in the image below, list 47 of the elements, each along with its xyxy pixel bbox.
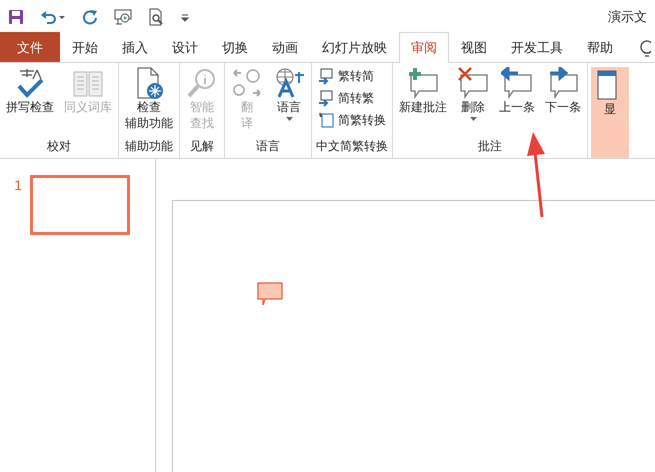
ribbon-tab[interactable]: 开始	[60, 32, 110, 62]
slide-thumbnail[interactable]	[30, 175, 130, 235]
new-comment-icon	[407, 67, 439, 99]
file-tab[interactable]: 文件	[0, 32, 60, 62]
window-title: 演示文	[608, 8, 647, 26]
group-label: 辅助功能	[124, 138, 174, 155]
ribbon-button[interactable]: 拼写检查	[3, 65, 57, 136]
group-label: 语言	[255, 138, 281, 155]
convert-icon	[318, 90, 335, 106]
ribbon-button[interactable]: 新建批注	[396, 65, 450, 136]
print-preview-icon[interactable]	[148, 8, 164, 26]
previous-comment-icon	[501, 67, 533, 99]
ribbon-button[interactable]: 语言	[270, 65, 308, 136]
convert-icon	[318, 112, 335, 128]
ribbon-button[interactable]: 显	[591, 67, 629, 158]
ribbon-tab[interactable]: 审阅	[399, 32, 449, 63]
ribbon-tab[interactable]: 动画	[260, 32, 310, 62]
smart-lookup-icon	[186, 67, 218, 99]
slide-number: 1	[13, 176, 23, 195]
group-label: 见解	[189, 138, 215, 155]
group-label: 批注	[477, 138, 503, 155]
ribbon-button[interactable]: 繁转简	[315, 65, 389, 87]
ribbon-tab[interactable]: 幻灯片放映	[310, 32, 399, 62]
ribbon-button[interactable]: 下一条	[542, 65, 584, 136]
convert-icon	[318, 68, 335, 84]
redo-icon[interactable]	[82, 8, 98, 24]
ribbon-button[interactable]: 检查 辅助功能	[122, 65, 176, 136]
save-icon[interactable]	[8, 8, 24, 24]
ribbon-tab[interactable]: 视图	[449, 32, 499, 62]
customize-caret-icon[interactable]	[180, 12, 190, 22]
ribbon-button[interactable]: 删除	[454, 65, 492, 136]
ribbon-button[interactable]: 简繁转换	[315, 109, 389, 131]
ribbon-tab[interactable]: 切换	[210, 32, 260, 62]
ribbon-button[interactable]: 简转繁	[315, 87, 389, 109]
group-label: 校对	[46, 138, 72, 155]
comment-marker-icon[interactable]	[257, 282, 283, 306]
presenter-icon[interactable]	[114, 8, 132, 26]
delete-comment-icon	[457, 67, 489, 99]
ribbon-tab[interactable]: 插入	[110, 32, 160, 62]
ribbon-tab[interactable]: 设计	[160, 32, 210, 62]
translate-icon	[231, 67, 263, 99]
ribbon-button[interactable]: 上一条	[496, 65, 538, 136]
ribbon-tab[interactable]: 开发工具	[499, 32, 575, 62]
ribbon-tab[interactable]: 帮助	[575, 32, 625, 62]
undo-icon[interactable]	[40, 8, 66, 24]
next-comment-icon	[547, 67, 579, 99]
group-label: 中文简繁转换	[315, 138, 389, 155]
